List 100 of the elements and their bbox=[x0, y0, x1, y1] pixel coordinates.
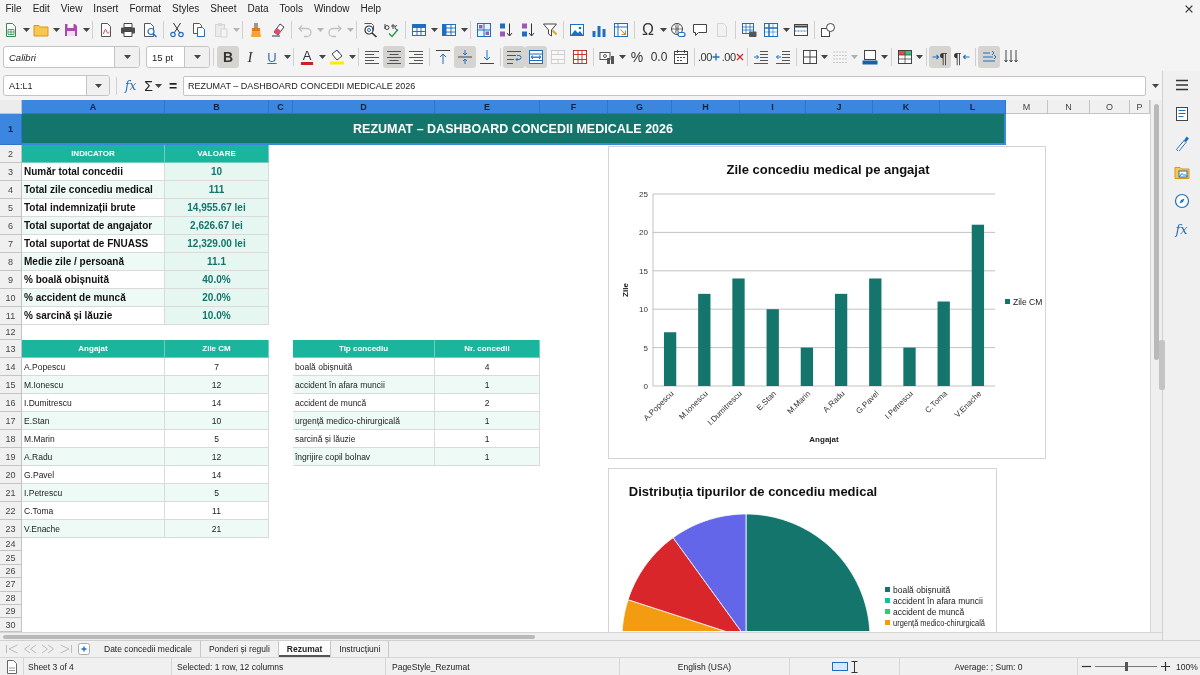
column-header[interactable]: I bbox=[740, 100, 806, 114]
column-header[interactable]: N bbox=[1048, 100, 1090, 114]
row-header[interactable]: 24 bbox=[0, 538, 22, 552]
left-to-right-button[interactable]: ¶ bbox=[928, 46, 951, 68]
delete-decimal-button[interactable]: .00 bbox=[720, 46, 745, 68]
row-header[interactable]: 1 bbox=[0, 114, 22, 145]
special-character-button[interactable]: Ω bbox=[642, 21, 654, 39]
row-header[interactable]: 30 bbox=[0, 618, 22, 632]
underline-button[interactable]: U bbox=[261, 46, 283, 68]
globe-link-icon[interactable] bbox=[670, 22, 686, 38]
row-header[interactable]: 15 bbox=[0, 376, 22, 394]
italic-button[interactable]: I bbox=[239, 46, 261, 68]
row-header[interactable]: 20 bbox=[0, 466, 22, 484]
caret-icon[interactable] bbox=[82, 28, 90, 32]
caret-icon[interactable] bbox=[348, 55, 356, 59]
row-header[interactable]: 14 bbox=[0, 358, 22, 376]
caret-icon[interactable] bbox=[916, 55, 924, 59]
row-header[interactable]: 5 bbox=[0, 199, 22, 217]
caret-icon[interactable] bbox=[94, 83, 102, 88]
caret-icon[interactable] bbox=[22, 28, 30, 32]
functions-button[interactable]: fx bbox=[1175, 222, 1188, 238]
properties-icon[interactable] bbox=[1173, 106, 1190, 122]
column-header[interactable]: G bbox=[608, 100, 672, 114]
menu-item[interactable]: Styles bbox=[166, 1, 205, 16]
caret-icon[interactable] bbox=[659, 28, 667, 32]
bold-button[interactable]: B bbox=[217, 46, 239, 68]
sheet-tab[interactable]: Rezumat bbox=[278, 641, 332, 657]
column-header[interactable]: K bbox=[873, 100, 940, 114]
copy-icon[interactable] bbox=[191, 22, 207, 38]
menu-item[interactable]: Insert bbox=[87, 1, 124, 16]
formula-button[interactable]: = bbox=[166, 75, 180, 96]
document-magnifier-icon[interactable] bbox=[142, 22, 158, 38]
caret-icon[interactable] bbox=[460, 28, 468, 32]
eraser-icon[interactable] bbox=[270, 22, 286, 38]
column-header[interactable]: D bbox=[293, 100, 435, 114]
brush-icon[interactable] bbox=[1173, 135, 1190, 151]
column-header[interactable]: O bbox=[1090, 100, 1130, 114]
font-name-field[interactable]: Calibri bbox=[3, 46, 140, 68]
caret-icon[interactable] bbox=[618, 55, 626, 59]
grid-icon[interactable] bbox=[763, 22, 779, 38]
menu-item[interactable]: File bbox=[0, 1, 28, 16]
row-header[interactable]: 27 bbox=[0, 578, 22, 592]
spellcheck-icon[interactable] bbox=[384, 22, 400, 38]
caret-icon[interactable] bbox=[155, 83, 163, 88]
column-header[interactable]: P bbox=[1130, 100, 1150, 114]
caret-icon[interactable] bbox=[1151, 83, 1159, 88]
menu-item[interactable]: Edit bbox=[27, 1, 56, 16]
scrollbar[interactable] bbox=[1150, 100, 1162, 632]
text-cursor-icon[interactable] bbox=[850, 660, 858, 673]
printer-icon[interactable] bbox=[120, 22, 136, 38]
row-header[interactable]: 6 bbox=[0, 217, 22, 235]
menu-item[interactable]: Window bbox=[308, 1, 355, 16]
caret-icon[interactable] bbox=[193, 55, 201, 59]
row-header[interactable]: 18 bbox=[0, 430, 22, 448]
gallery-icon[interactable] bbox=[1173, 164, 1190, 180]
caret-icon[interactable] bbox=[782, 28, 790, 32]
font-size-field[interactable]: 15 pt bbox=[146, 46, 210, 68]
filter-icon[interactable] bbox=[542, 22, 558, 38]
pivot-table-icon[interactable] bbox=[613, 22, 629, 38]
compass-icon[interactable] bbox=[1173, 193, 1190, 209]
row-header[interactable]: 8 bbox=[0, 253, 22, 271]
sum-button[interactable]: Σ bbox=[142, 75, 155, 96]
column-header[interactable]: B bbox=[165, 100, 269, 114]
row-header[interactable]: 7 bbox=[0, 235, 22, 253]
table-icon[interactable] bbox=[476, 22, 492, 38]
caret-icon[interactable] bbox=[52, 28, 60, 32]
row-header[interactable]: 12 bbox=[0, 325, 22, 340]
row-header[interactable]: 17 bbox=[0, 412, 22, 430]
menu-icon[interactable] bbox=[1173, 77, 1190, 93]
merge-center-button[interactable] bbox=[525, 46, 547, 68]
caret-icon[interactable] bbox=[123, 55, 131, 59]
caret-icon[interactable] bbox=[318, 55, 326, 59]
speech-bubble-icon[interactable] bbox=[692, 22, 708, 38]
pdf-document-icon[interactable] bbox=[98, 22, 114, 38]
row-header[interactable]: 23 bbox=[0, 520, 22, 538]
row-header[interactable]: 25 bbox=[0, 551, 22, 565]
right-to-left-button[interactable]: ¶ bbox=[950, 46, 973, 68]
scrollbar-thumb[interactable] bbox=[1154, 104, 1159, 360]
row-header[interactable]: 2 bbox=[0, 145, 22, 163]
column-header[interactable]: J bbox=[806, 100, 873, 114]
search-icon[interactable] bbox=[362, 22, 378, 38]
formula-input[interactable]: REZUMAT – DASHBOARD CONCEDII MEDICALE 2026 bbox=[183, 75, 1146, 96]
menu-item[interactable]: Sheet bbox=[204, 1, 242, 16]
row-header[interactable]: 11 bbox=[0, 307, 22, 325]
table-rows-icon[interactable] bbox=[411, 22, 427, 38]
table-columns-icon[interactable] bbox=[441, 22, 457, 38]
caret-icon[interactable] bbox=[821, 55, 829, 59]
column-header[interactable]: C bbox=[269, 100, 293, 114]
row-header[interactable]: 13 bbox=[0, 340, 22, 358]
selection-mode-icon[interactable] bbox=[831, 662, 848, 671]
function-wizard-button[interactable]: fx bbox=[123, 75, 139, 96]
column-header[interactable]: E bbox=[435, 100, 540, 114]
paintbrush-icon[interactable] bbox=[248, 22, 264, 38]
scissors-icon[interactable] bbox=[169, 22, 185, 38]
column-header[interactable]: A bbox=[22, 100, 165, 114]
sort-ascending-icon[interactable] bbox=[498, 22, 514, 38]
font-color-button[interactable]: A bbox=[296, 46, 318, 68]
column-header[interactable]: F bbox=[540, 100, 608, 114]
row-header[interactable]: 16 bbox=[0, 394, 22, 412]
row-header[interactable]: 21 bbox=[0, 484, 22, 502]
